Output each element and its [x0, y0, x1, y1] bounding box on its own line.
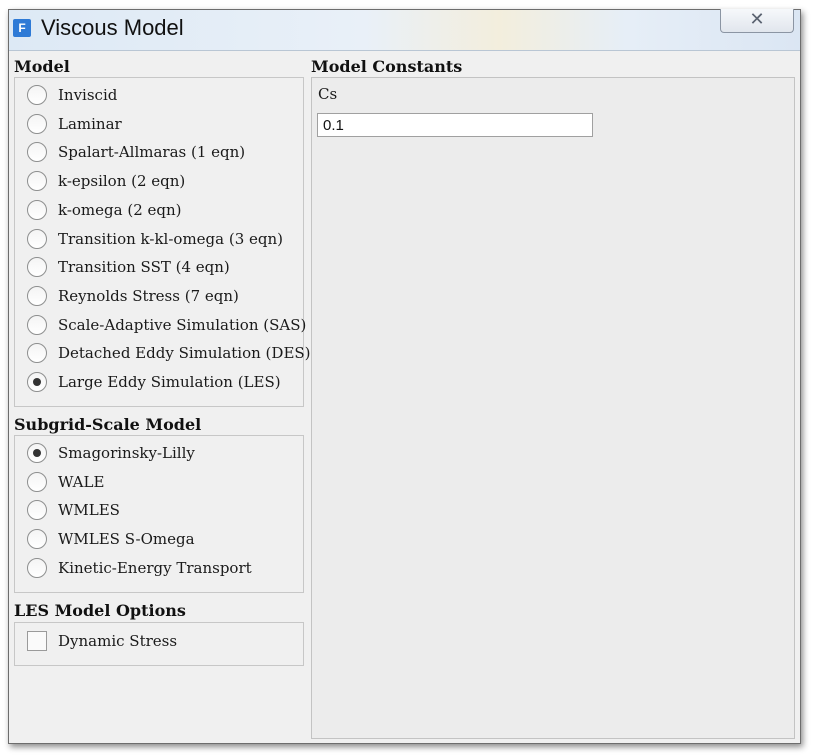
subgrid-option[interactable]: Smagorinsky-Lilly [15, 442, 303, 468]
radio-selected-dot [33, 449, 41, 457]
model-option[interactable]: Reynolds Stress (7 eqn) [15, 285, 303, 311]
title-bar[interactable]: F Viscous Model [9, 10, 800, 51]
window-title: Viscous Model [41, 15, 184, 40]
model-option[interactable]: Transition SST (4 eqn) [15, 256, 303, 282]
model-radio[interactable] [27, 257, 47, 278]
app-icon: F [13, 19, 31, 37]
model-label: Large Eddy Simulation (LES) [58, 373, 281, 391]
subgrid-option[interactable]: WMLES [15, 499, 303, 525]
subgrid-label: Smagorinsky-Lilly [58, 444, 195, 462]
model-label: k-omega (2 eqn) [58, 200, 182, 219]
model-option[interactable]: Transition k-kl-omega (3 eqn) [15, 228, 303, 254]
model-radio[interactable] [27, 199, 47, 220]
close-icon: ✕ [749, 9, 765, 29]
model-option[interactable]: k-omega (2 eqn) [15, 199, 303, 225]
model-option[interactable]: k-epsilon (2 eqn) [15, 170, 303, 196]
model-option[interactable]: Inviscid [15, 84, 303, 110]
model-heading: Model [14, 57, 70, 76]
model-label: Scale-Adaptive Simulation (SAS) [58, 315, 307, 334]
model-label: k-epsilon (2 eqn) [58, 172, 186, 191]
model-option[interactable]: Scale-Adaptive Simulation (SAS) [15, 314, 307, 340]
subgrid-option[interactable]: WALE [15, 471, 303, 497]
subgrid-group: Smagorinsky-Lilly WALE WMLES WMLES S-Omega K… [14, 435, 304, 593]
dynamic-stress-label: Dynamic Stress [58, 632, 178, 650]
model-radio[interactable] [27, 285, 47, 306]
subgrid-option[interactable]: Kinetic-Energy Transport [15, 557, 303, 583]
dynamic-stress-checkbox[interactable] [27, 631, 47, 651]
model-group: Inviscid Laminar Spalart-Allmaras (1 eqn) k… [14, 77, 311, 407]
model-radio[interactable] [27, 228, 47, 249]
model-radio[interactable] [27, 85, 47, 105]
model-constants-panel: Cs [311, 77, 795, 739]
model-label: Laminar [58, 114, 122, 133]
model-radio[interactable] [27, 314, 47, 335]
subgrid-heading: Subgrid-Scale Model [14, 415, 202, 434]
model-radio[interactable] [27, 113, 47, 134]
model-option[interactable]: Spalart-Allmaras (1 eqn) [15, 141, 303, 167]
model-label: Inviscid [58, 86, 118, 104]
subgrid-radio[interactable] [27, 529, 47, 550]
model-label: Transition SST (4 eqn) [58, 258, 230, 277]
subgrid-label: Kinetic-Energy Transport [58, 558, 252, 577]
model-label: Spalart-Allmaras (1 eqn) [58, 143, 246, 162]
radio-selected-dot [33, 378, 41, 386]
model-option[interactable]: Laminar [15, 113, 303, 139]
cs-input[interactable] [317, 113, 593, 137]
model-constants-heading: Model Constants [311, 57, 463, 76]
cs-label: Cs [318, 85, 338, 103]
model-label: Detached Eddy Simulation (DES) [58, 344, 311, 363]
model-radio[interactable] [27, 343, 47, 364]
les-options-heading: LES Model Options [14, 601, 186, 620]
subgrid-radio[interactable] [27, 471, 47, 492]
model-label: Reynolds Stress (7 eqn) [58, 286, 239, 305]
model-option[interactable]: Detached Eddy Simulation (DES) [15, 342, 311, 368]
subgrid-radio[interactable] [27, 443, 47, 463]
model-option[interactable]: Large Eddy Simulation (LES) [15, 371, 303, 397]
model-radio[interactable] [27, 372, 47, 392]
subgrid-label: WMLES S-Omega [58, 530, 195, 549]
subgrid-label: WMLES [58, 501, 120, 520]
model-label: Transition k-kl-omega (3 eqn) [58, 229, 284, 248]
subgrid-radio[interactable] [27, 500, 47, 521]
close-button[interactable]: ✕ [720, 9, 794, 33]
model-radio[interactable] [27, 142, 47, 163]
model-radio[interactable] [27, 171, 47, 192]
subgrid-radio[interactable] [27, 557, 47, 578]
les-options-group: Dynamic Stress [14, 622, 304, 666]
subgrid-label: WALE [58, 472, 105, 491]
viscous-model-dialog: F Viscous Model ✕ Model Inviscid Laminar S… [8, 9, 801, 744]
subgrid-option[interactable]: WMLES S-Omega [15, 528, 303, 554]
